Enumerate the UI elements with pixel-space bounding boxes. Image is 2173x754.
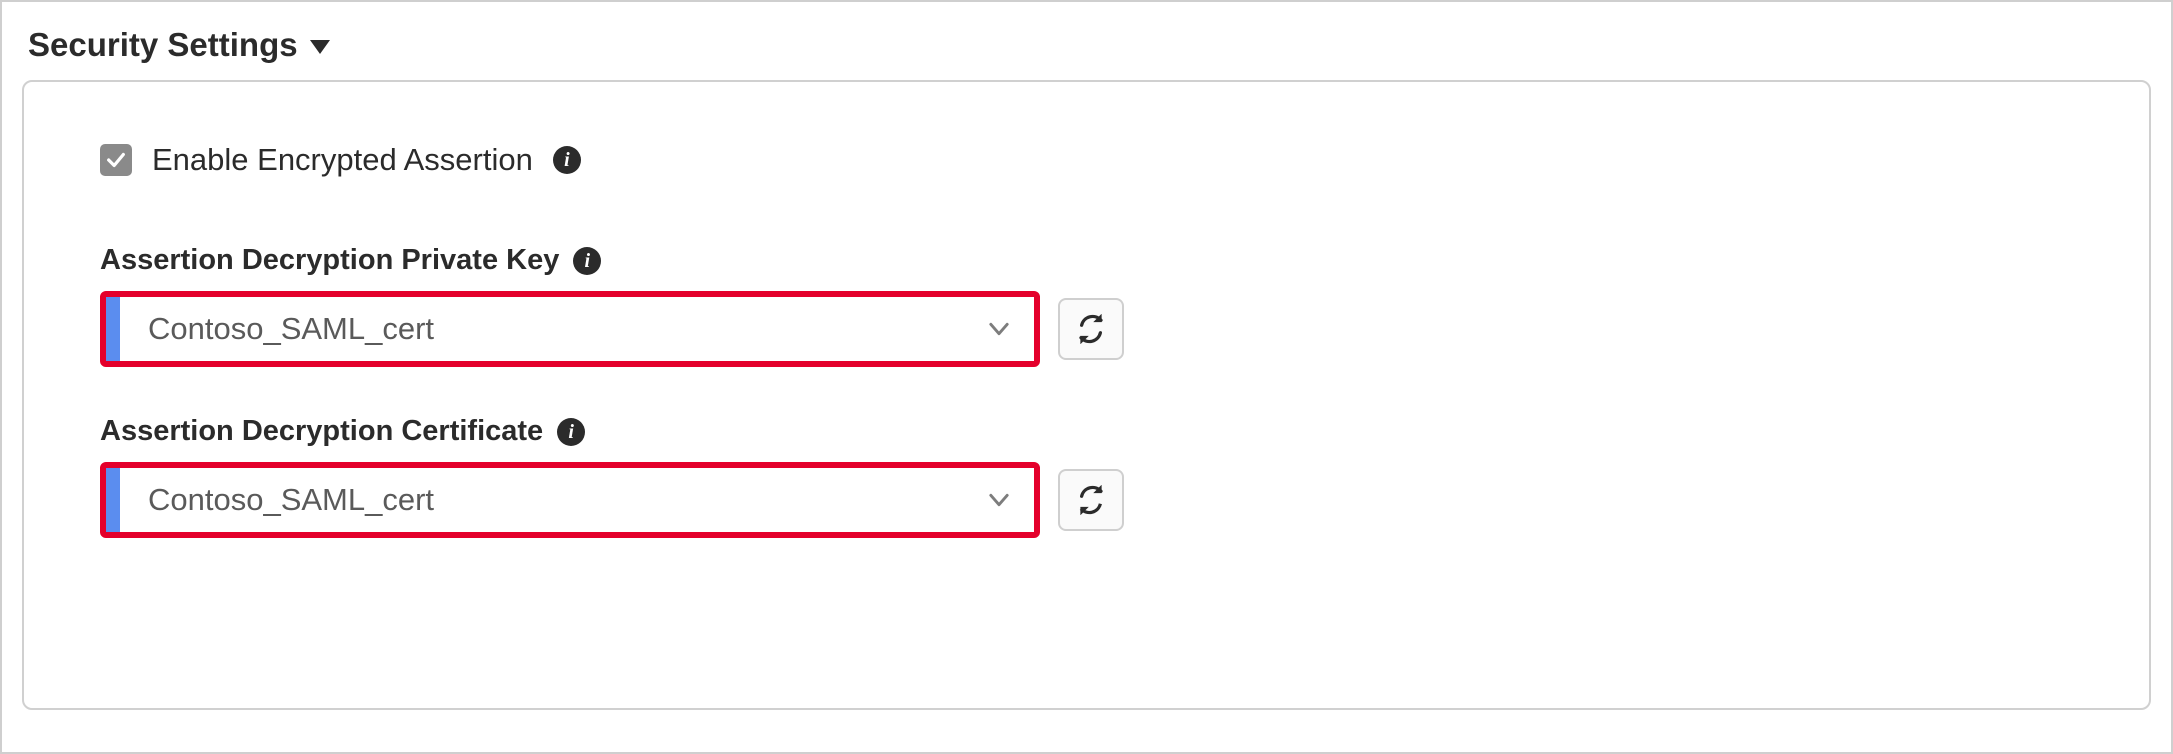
certificate-label-row: Assertion Decryption Certificate i xyxy=(100,415,2073,448)
certificate-label: Assertion Decryption Certificate xyxy=(100,415,543,448)
private-key-field: Assertion Decryption Private Key i Conto… xyxy=(100,244,2073,367)
section-header[interactable]: Security Settings xyxy=(22,26,2151,64)
private-key-label-row: Assertion Decryption Private Key i xyxy=(100,244,2073,277)
private-key-label: Assertion Decryption Private Key xyxy=(100,244,559,277)
certificate-value: Contoso_SAML_cert xyxy=(120,468,964,532)
chevron-down-icon xyxy=(964,297,1034,361)
select-accent-stripe xyxy=(106,468,120,532)
enable-encrypted-assertion-label: Enable Encrypted Assertion xyxy=(152,142,533,178)
private-key-value: Contoso_SAML_cert xyxy=(120,297,964,361)
certificate-row: Contoso_SAML_cert xyxy=(100,462,2073,538)
settings-page: Security Settings Enable Encrypted Asser… xyxy=(0,0,2173,754)
info-icon[interactable]: i xyxy=(553,146,581,174)
info-icon[interactable]: i xyxy=(557,418,585,446)
select-accent-stripe xyxy=(106,297,120,361)
chevron-down-icon xyxy=(964,468,1034,532)
security-settings-panel: Enable Encrypted Assertion i Assertion D… xyxy=(22,80,2151,710)
caret-down-icon xyxy=(310,40,330,54)
certificate-field: Assertion Decryption Certificate i Conto… xyxy=(100,415,2073,538)
certificate-refresh-button[interactable] xyxy=(1058,469,1124,531)
enable-encrypted-assertion-checkbox[interactable] xyxy=(100,144,132,176)
enable-encrypted-assertion-row: Enable Encrypted Assertion i xyxy=(100,142,2073,178)
section-title: Security Settings xyxy=(28,26,298,64)
info-icon[interactable]: i xyxy=(573,247,601,275)
refresh-icon xyxy=(1076,314,1106,344)
certificate-select[interactable]: Contoso_SAML_cert xyxy=(100,462,1040,538)
private-key-row: Contoso_SAML_cert xyxy=(100,291,2073,367)
private-key-refresh-button[interactable] xyxy=(1058,298,1124,360)
private-key-select[interactable]: Contoso_SAML_cert xyxy=(100,291,1040,367)
checkmark-icon xyxy=(105,149,127,171)
refresh-icon xyxy=(1076,485,1106,515)
